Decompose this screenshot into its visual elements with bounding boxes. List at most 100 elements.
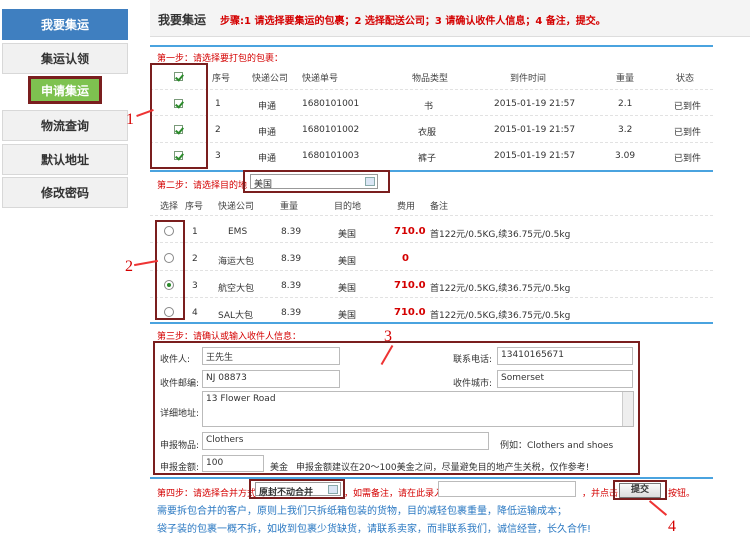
sidebar-item-label: 集运认领 (40, 52, 89, 66)
cell: 申通 (258, 154, 277, 164)
cell: 美国 (338, 284, 357, 294)
cell: 8.39 (281, 227, 302, 237)
cell: 裤子 (418, 154, 437, 164)
chevron-down-icon[interactable] (328, 485, 338, 494)
cell: 1680101002 (302, 125, 360, 135)
submit-label: 提交 (630, 485, 649, 495)
amount-note: 申报金额建议在20～100美金之间，尽量避免目的地产生关税，仅作参考! (296, 463, 590, 473)
zip-field[interactable]: NJ 08873 (202, 370, 340, 388)
sidebar-item-apply[interactable]: 申请集运 (28, 76, 102, 104)
col-select: 选择 (160, 202, 179, 212)
cell: 1 (192, 227, 198, 237)
sidebar-item-tracking[interactable]: 物流查询 (2, 110, 128, 141)
city-label: 收件城市: (453, 379, 493, 389)
section-divider (150, 45, 713, 47)
cell: 1680101001 (302, 99, 360, 109)
sidebar-header: 我要集运 (2, 9, 128, 40)
cell: 3.09 (615, 151, 636, 161)
page-title: 我要集运 (158, 13, 207, 27)
cell: 2015-01-19 21:57 (494, 151, 576, 161)
merge-select[interactable]: 原封不动合并 (255, 482, 341, 498)
fee-value: 710.0 (394, 280, 426, 291)
cell: 3 (192, 281, 198, 291)
cell: 8.39 (281, 308, 302, 318)
cell: 3.2 (618, 125, 633, 135)
fee-value: 0 (402, 253, 409, 264)
goods-field[interactable]: Clothers (202, 432, 489, 450)
cell: 美国 (338, 230, 357, 240)
cell: 申通 (258, 102, 277, 112)
col-note: 备注 (430, 202, 449, 212)
cell: 2015-01-19 21:57 (494, 99, 576, 109)
cell: 申通 (258, 128, 277, 138)
section-divider (150, 322, 713, 324)
info-line-2: 袋子装的包裹一概不拆，如收到包裹少货缺货，请联系卖家，而非联系我们，诚信经营，长… (157, 524, 592, 535)
cell: 美国 (338, 311, 357, 321)
amount-unit: 美金 (270, 463, 289, 473)
city-field[interactable]: Somerset (497, 370, 633, 388)
col-dest: 目的地 (334, 202, 362, 212)
chevron-down-icon[interactable] (365, 177, 375, 186)
highlight-box-1 (150, 63, 208, 169)
recipient-value: 王先生 (206, 353, 234, 363)
highlight-box-2 (155, 220, 185, 320)
cell: 8.39 (281, 254, 302, 264)
row-divider (150, 297, 713, 298)
phone-field[interactable]: 13410165671 (497, 347, 633, 365)
destination-select[interactable]: 美国 (250, 174, 378, 190)
step2-label: 第二步：请选择目的地 (157, 181, 248, 191)
col-status: 状态 (676, 74, 695, 84)
sidebar-item-password[interactable]: 修改密码 (2, 177, 128, 208)
cell: 首122元/0.5KG,续36.75元/0.5kg (430, 311, 571, 321)
row-divider (150, 270, 713, 271)
row-divider (150, 215, 713, 216)
amount-field[interactable]: 100 (202, 455, 264, 472)
cell: SAL大包 (218, 311, 254, 321)
steps-instruction: 步骤:1 请选择要集运的包裹；2 选择配送公司；3 请确认收件人信息；4 备注，… (220, 16, 606, 27)
callout-number-1: 1 (126, 111, 134, 128)
cell: 1680101003 (302, 151, 360, 161)
fee-value: 710.0 (394, 226, 426, 237)
step4-remark-label: ，如需备注，请在此录入 (344, 489, 444, 499)
cell: 航空大包 (218, 284, 255, 294)
cell: 1 (215, 99, 221, 109)
submit-button[interactable]: 提交 (619, 483, 661, 498)
sidebar-item-label: 默认地址 (40, 153, 89, 167)
cell: 2 (215, 125, 221, 135)
sidebar-item-label: 物流查询 (40, 119, 89, 133)
step4-label: 第四步：请选择合并方式 (157, 489, 257, 499)
row-divider (150, 142, 713, 143)
goods-label: 申报物品: (160, 441, 200, 451)
scrollbar[interactable] (622, 392, 633, 426)
callout-number-2: 2 (125, 258, 133, 275)
recipient-field[interactable]: 王先生 (202, 347, 340, 365)
col-tracking: 快递单号 (302, 74, 339, 84)
remark-field[interactable] (438, 481, 576, 497)
sidebar-header-label: 我要集运 (40, 18, 89, 32)
fee-value: 710.0 (394, 307, 426, 318)
page-header: 我要集运 步骤:1 请选择要集运的包裹；2 选择配送公司；3 请确认收件人信息；… (150, 0, 750, 37)
cell: 2.1 (618, 99, 633, 109)
sidebar-item-label: 修改密码 (40, 186, 89, 200)
cell: 已到件 (674, 102, 702, 112)
merge-value: 原封不动合并 (259, 488, 314, 498)
sidebar-item-claim[interactable]: 集运认领 (2, 43, 128, 74)
col-type: 物品类型 (412, 74, 449, 84)
address-label: 详细地址: (160, 409, 200, 419)
col-no: 序号 (212, 74, 231, 84)
section-divider (150, 170, 713, 172)
goods-value: Clothers (206, 435, 244, 445)
address-field[interactable]: 13 Flower Road (202, 391, 634, 427)
row-divider (150, 89, 713, 90)
amount-value: 100 (206, 458, 224, 468)
col-company: 快递公司 (218, 202, 255, 212)
col-company: 快递公司 (252, 74, 289, 84)
row-divider (150, 115, 713, 116)
step4-end-label: 按钮。 (668, 489, 696, 499)
sidebar-item-label: 申请集运 (40, 83, 89, 98)
col-time: 到件时间 (510, 74, 547, 84)
sidebar-item-address[interactable]: 默认地址 (2, 144, 128, 175)
info-line-1: 需要拆包合并的客户，原则上我们只拆纸箱包装的货物，目的减轻包裹重量，降低运输成本… (157, 506, 567, 517)
destination-value: 美国 (254, 180, 273, 190)
callout-number-4: 4 (668, 518, 676, 535)
